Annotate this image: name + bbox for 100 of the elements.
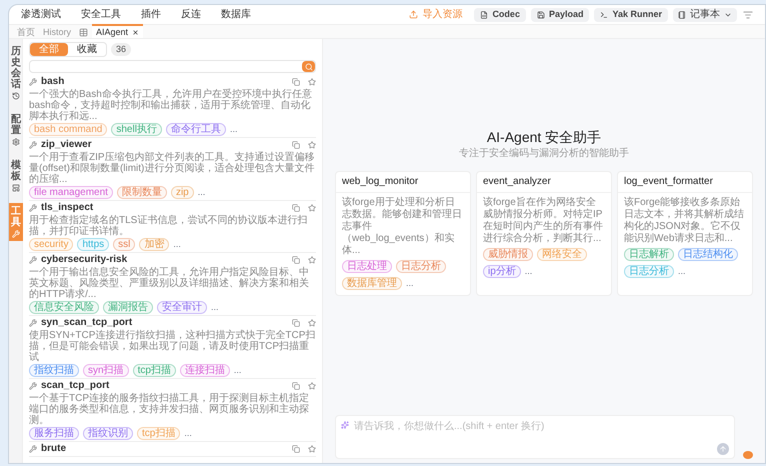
tool-name[interactable]: tls_inspect [41,202,94,214]
copy-icon[interactable] [292,78,300,86]
tool-name[interactable]: brute [41,443,66,455]
tool-description: 一个用于输出信息安全风险的工具，允许用户指定风险目标、中英文标题、风险类型、严重级别以及详细描述、解决方案和相关的HTTP请求/... [29,267,310,300]
star-icon[interactable] [308,382,316,390]
tab[interactable]: AIAgent [92,24,144,38]
copy-icon[interactable] [292,382,300,390]
chat-input[interactable]: 请告诉我，你想做什么...(shift + enter 换行) [335,415,735,459]
copy-icon[interactable] [292,445,300,453]
side-tab[interactable]: 配置 [9,111,23,149]
card-description: 该forge用于处理和分析日志数据。能够创建和管理日志事件（web_log_events）和实体... [341,196,463,258]
tool-description: 一个强大的Bash命令执行工具，允许用户在受控环境中执行任意bash命令，支持超时控制和输出捕获，适用于系统管理、自动化脚本执行和远... [29,89,313,122]
tag: file management [29,186,113,199]
tool-button[interactable]: Codec [474,8,526,22]
star-icon[interactable] [308,319,316,327]
side-tab-icon [12,138,20,146]
assistant-title: AI-Agent 安全助手 [486,128,602,146]
count-badge: 36 [111,42,132,56]
tool-description: 使用SYN+TCP连接进行指纹扫描，这种扫描方式快于完全TCP扫描，但是可能会错误，如果出现了问题，请及时使用TCP扫描重试 [29,330,316,363]
more-indicator: ... [173,240,181,249]
tool-name[interactable]: scan_tcp_port [41,380,110,392]
tool-button[interactable]: Payload [530,8,590,22]
tag: 网络安全 [537,248,587,261]
star-icon[interactable] [308,141,316,149]
assistant-subtitle: 专注于安全编码与漏洞分析的智能助手 [459,146,629,161]
copy-icon[interactable] [292,204,300,212]
tool-icon [536,10,545,18]
forge-card[interactable]: event_analyzer 该forge旨在作为网络安全威胁情报分析师。对特定IP在短时间内产生的所有事件进行综合分析，判断其行... 威胁情报 网络安全 ip分析 ... [476,171,612,296]
tool-icon [600,10,608,18]
tag: security [29,238,74,251]
wrench-icon [29,78,37,86]
side-tab-icon [12,230,20,238]
search-field[interactable] [29,60,316,73]
card-description: 该Forge能够接收多条原始日志文本，并将其解析成结构化的JSON对象。它不仅能识别Web请求日志和... [623,196,745,246]
menu-item[interactable]: 插件 [141,7,161,22]
star-icon[interactable] [308,204,316,212]
tag: 日志分析 [624,265,674,278]
tag: 命令行工具 [166,123,226,136]
more-indicator: ... [524,267,532,276]
tag: 日志处理 [342,260,392,273]
tag: 安全审计 [157,301,207,314]
notebook-dropdown[interactable]: 记事本 [673,8,737,22]
tool-description: 用于检查指定域名的TLS证书信息，尝试不同的协议版本进行扫描，并打印证书详情。 [29,215,308,237]
tool-button[interactable]: Yak Runner [594,8,668,22]
more-indicator: ... [230,125,238,134]
star-icon[interactable] [308,445,316,453]
tag: tcp扫描 [132,364,176,377]
card-description: 该forge旨在作为网络安全威胁情报分析师。对特定IP在短时间内产生的所有事件进行综合分析，判断其行... [482,196,604,246]
tool-icon [480,10,488,18]
filter-option[interactable]: 收藏 [68,43,106,56]
tag: tcp扫描 [137,427,180,440]
tag: 日志解析 [624,248,674,261]
tool-name[interactable]: zip_viewer [41,139,92,151]
tool-name[interactable]: cybersecurity-risk [41,254,128,266]
more-indicator: ... [234,366,242,375]
card-title: event_analyzer [477,172,611,193]
tag: 连接扫描 [180,364,230,377]
tag: 指纹识别 [83,427,133,440]
wrench-icon [29,204,37,212]
card-title: web_log_monitor [336,172,470,193]
menu-item[interactable]: 数据库 [221,7,251,22]
side-tab[interactable]: 历史会话 [9,43,23,103]
forge-card[interactable]: log_event_formatter 该Forge能够接收多条原始日志文本，并将其解析成结构化的JSON对象。它不仅能识别Web请求日志和... 日志解析 日志结构化 日志分析 ... [617,171,753,296]
side-tab[interactable]: 模板 [9,157,23,195]
list-icon[interactable] [743,10,753,20]
tag: ip分析 [483,265,521,278]
copy-icon[interactable] [292,319,300,327]
tag: shell执行 [111,123,162,136]
tag: https [77,238,110,251]
close-icon [132,28,140,36]
search-icon [304,62,312,70]
star-icon[interactable] [308,78,316,86]
tag: 服务扫描 [29,427,79,440]
tag: 加密 [139,238,170,251]
wrench-icon [29,445,37,453]
copy-icon[interactable] [292,256,300,264]
tag: 数据库管理 [342,277,402,290]
tag: 信息安全风险 [29,301,99,314]
side-tab-icon [12,184,20,192]
notebook-icon [678,10,686,18]
search-button[interactable] [302,61,315,72]
forge-card[interactable]: web_log_monitor 该forge用于处理和分析日志数据。能够创建和管理日志事件（web_log_events）和实体... 日志处理 日志分析 数据库管理 ... [335,171,471,296]
tag: 漏洞报告 [103,301,153,314]
more-indicator: ... [406,279,414,288]
tool-name[interactable]: syn_scan_tcp_port [41,317,132,329]
tool-description: 一个用于查看ZIP压缩包内部文件列表的工具。支持通过设置偏移量(offset)和限制数量(limit)进行分页阅读，适合处理包含大量文件的压缩... [29,152,316,185]
tag: 限制数量 [116,186,167,199]
menu-item[interactable]: 反连 [181,7,201,22]
tag: ssl [113,238,136,251]
more-indicator: ... [678,267,686,276]
menu-item[interactable]: 安全工具 [81,7,121,22]
more-indicator: ... [198,188,206,197]
tag: syn扫描 [83,364,129,377]
wrench-icon [29,319,37,327]
tag: bash command [29,123,108,136]
copy-icon[interactable] [292,141,300,149]
star-icon[interactable] [308,256,316,264]
tool-name[interactable]: bash [41,76,64,88]
wrench-icon [29,256,37,264]
menu-item[interactable]: 渗透测试 [21,7,61,22]
